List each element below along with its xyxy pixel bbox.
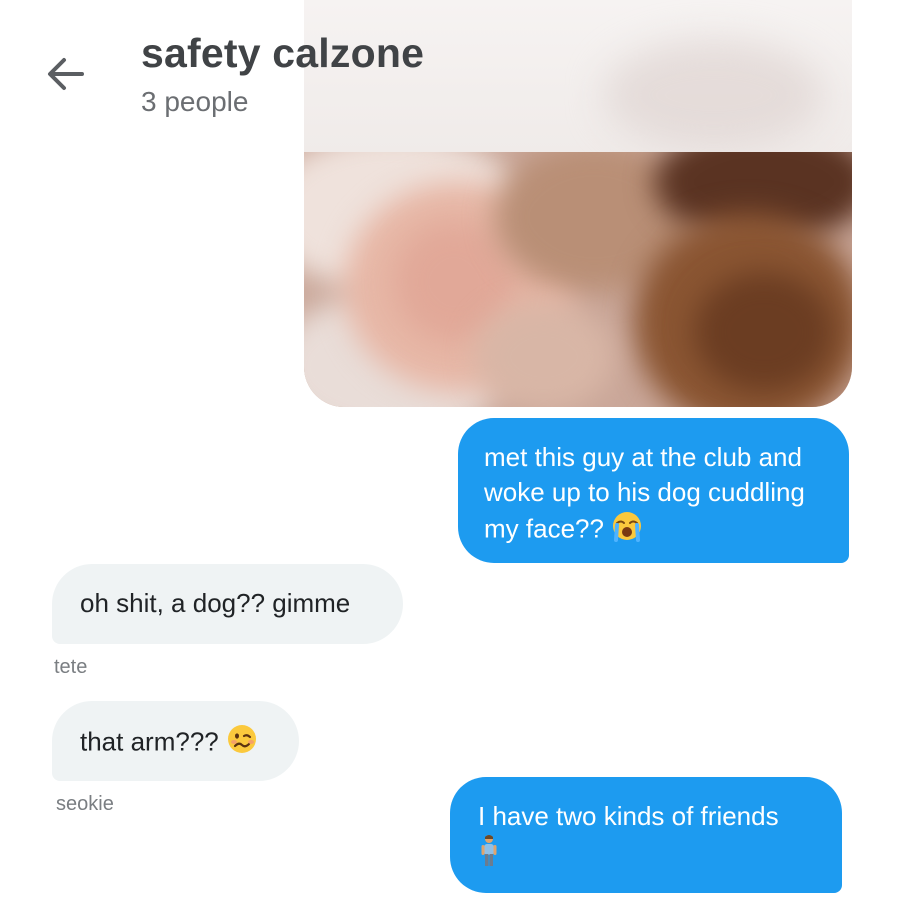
person-standing-icon [478,834,500,877]
message-text: I have two kinds of friends [478,801,779,831]
message-text: that arm??? [80,726,219,757]
chat-title[interactable]: safety calzone [141,30,424,77]
chat-header: safety calzone 3 people [0,0,900,140]
woozy-face-icon [226,723,258,764]
crying-face-icon [611,510,643,551]
message-text: met this guy at the club and woke up to … [484,442,805,544]
photo-blurred-content [304,152,852,407]
message-bubble-incoming[interactable]: that arm??? [52,701,299,781]
message-bubble-outgoing[interactable]: I have two kinds of friends [450,777,842,893]
chat-screen: safety calzone 3 people met this guy at … [0,0,900,910]
message-text: oh shit, a dog?? gimme [80,588,351,618]
message-bubble-outgoing[interactable]: met this guy at the club and woke up to … [458,418,849,563]
message-bubble-incoming[interactable]: oh shit, a dog?? gimme [52,564,403,644]
sender-name: seokie [56,793,114,815]
arrow-left-icon [44,52,88,101]
participants-count[interactable]: 3 people [141,86,248,118]
back-button[interactable] [38,50,94,102]
sender-name: tete [54,656,88,678]
